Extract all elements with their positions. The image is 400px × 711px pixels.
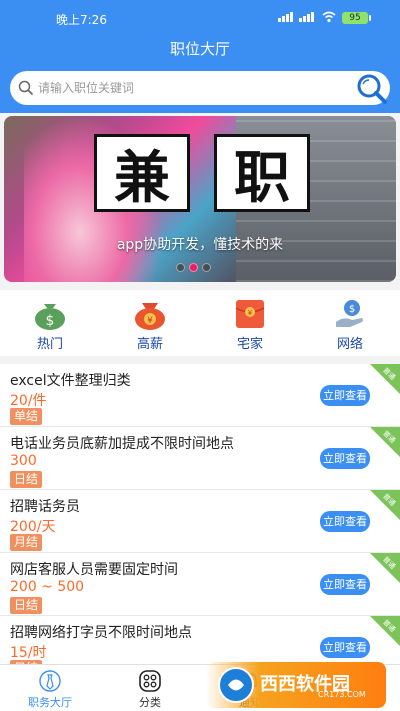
job-tag: 普通: [370, 616, 400, 646]
job-tag-label: 普通: [381, 366, 397, 382]
job-pay: 300: [10, 453, 37, 469]
job-tag-label: 普通: [381, 492, 397, 508]
job-tag: 普通: [370, 553, 400, 583]
view-now-button[interactable]: 立即查看: [320, 574, 370, 595]
category-label: 高薪: [136, 337, 163, 352]
svg-text:¥: ¥: [147, 316, 153, 326]
job-pay: 200 ~ 500: [10, 579, 85, 595]
category-label: 宅家: [236, 337, 263, 352]
category-row: $ 热门 ¥ 高薪 ¥ 宅家 $ 网络: [0, 290, 400, 356]
yen-bag-icon: ¥: [135, 303, 165, 330]
svg-text:$: $: [349, 304, 355, 315]
search-icon: [18, 80, 34, 96]
tab-job-hall[interactable]: 职务大厅: [0, 665, 100, 711]
search-button-icon[interactable]: [352, 73, 392, 105]
money-bag-icon: $: [35, 304, 65, 330]
carousel-dot[interactable]: [202, 263, 211, 272]
status-time: 晚上7:26: [56, 13, 107, 27]
job-item[interactable]: 招聘话务员 200/天 月结 立即查看 普通: [0, 490, 400, 553]
wifi-icon: [322, 11, 336, 23]
tab-categories[interactable]: 分类: [100, 665, 200, 711]
tie-icon: [39, 670, 61, 692]
search-input[interactable]: [38, 77, 338, 99]
job-item[interactable]: 电话业务员底薪加提成不限时间地点 300 日结 立即查看 普通: [0, 427, 400, 490]
category-network[interactable]: $ 网络: [300, 290, 400, 356]
job-tag-label: 普通: [381, 618, 397, 634]
red-envelope-icon: ¥: [235, 300, 265, 328]
carousel-dots: [176, 263, 211, 272]
job-title: 电话业务员底薪加提成不限时间地点: [10, 436, 234, 452]
view-now-button[interactable]: 立即查看: [320, 385, 370, 406]
carousel-dot[interactable]: [176, 263, 185, 272]
banner-caption: app协助开发，懂技术的来: [116, 237, 284, 253]
category-label: 网络: [336, 337, 363, 352]
job-title: excel文件整理归类: [10, 373, 131, 389]
job-tag-label: 普通: [381, 429, 397, 445]
view-now-button[interactable]: 立即查看: [320, 637, 370, 658]
top-bar: 晚上7:26 95 职位大厅: [0, 0, 400, 113]
job-tag: 普通: [370, 364, 400, 394]
category-hot[interactable]: $ 热门: [0, 290, 100, 356]
job-title: 网店客服人员需要固定时间: [10, 562, 178, 578]
svg-text:$: $: [46, 313, 55, 329]
job-tag: 普通: [370, 427, 400, 457]
battery-icon: 95: [342, 12, 371, 24]
job-settle-badge: 月结: [10, 534, 43, 551]
category-high-pay[interactable]: ¥ 高薪: [100, 290, 200, 356]
carousel-dot-active[interactable]: [189, 263, 198, 272]
job-pay: 15/时: [10, 645, 47, 661]
job-pay: 20/件: [10, 393, 47, 409]
grid-icon: [139, 670, 161, 692]
banner-word-2: 职: [214, 134, 310, 212]
job-item[interactable]: 网店客服人员需要固定时间 200 ~ 500 日结 立即查看 普通: [0, 553, 400, 616]
hand-coin-icon: $: [336, 300, 363, 327]
svg-text:¥: ¥: [248, 309, 253, 317]
job-list: excel文件整理归类 20/件 单结 立即查看 普通 电话业务员底薪加提成不限…: [0, 364, 400, 664]
job-title: 招聘话务员: [10, 499, 80, 515]
tab-label: 职务大厅: [28, 696, 72, 709]
banner-word-1: 兼: [94, 134, 190, 212]
category-home[interactable]: ¥ 宅家: [200, 290, 300, 356]
job-tag-label: 普通: [381, 555, 397, 571]
search-bar: [10, 71, 390, 105]
view-now-button[interactable]: 立即查看: [320, 448, 370, 469]
watermark: 西西软件园 CR173.COM: [206, 662, 386, 708]
job-item[interactable]: 招聘网络打字员不限时间地点 15/时 日结 立即查看 普通: [0, 616, 400, 664]
signal-icon: [278, 12, 314, 22]
page-title: 职位大厅: [169, 40, 230, 58]
job-settle-badge: 日结: [10, 597, 43, 614]
watermark-logo-icon: [218, 667, 254, 703]
job-pay: 200/天: [10, 519, 56, 535]
job-title: 招聘网络打字员不限时间地点: [10, 625, 192, 641]
job-settle-badge: 日结: [10, 471, 43, 488]
tab-label: 分类: [139, 696, 161, 709]
view-now-button[interactable]: 立即查看: [320, 511, 370, 532]
job-item[interactable]: excel文件整理归类 20/件 单结 立即查看 普通: [0, 364, 400, 427]
watermark-sub: CR173.COM: [318, 690, 366, 699]
job-settle-badge: 单结: [10, 408, 43, 425]
banner-carousel[interactable]: 兼 职 app协助开发，懂技术的来: [4, 116, 396, 282]
category-label: 热门: [36, 337, 63, 352]
status-bar: 晚上7:26 95: [0, 0, 400, 36]
job-tag: 普通: [370, 490, 400, 520]
